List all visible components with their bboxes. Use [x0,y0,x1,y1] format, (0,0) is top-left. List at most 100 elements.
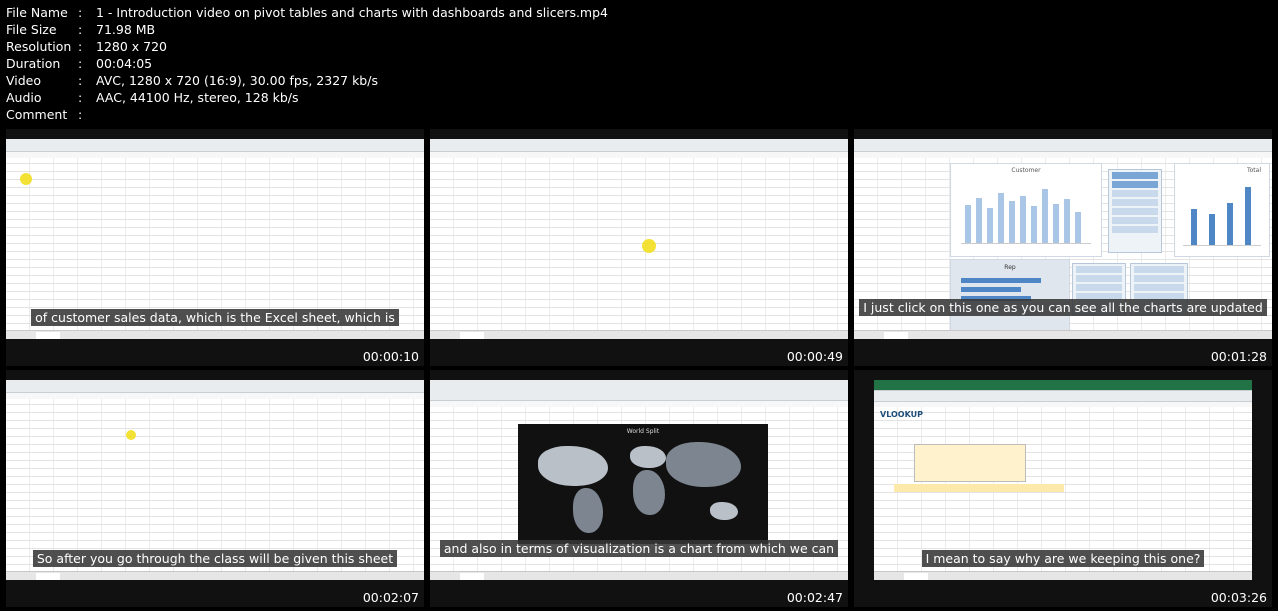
plot-area [961,180,1091,244]
slicer-item[interactable] [1076,266,1122,273]
thumbnail-2[interactable]: 00:00:49 [430,129,848,366]
bar [965,205,971,243]
subtitle-caption: I mean to say why are we keeping this on… [854,550,1272,568]
sheet-tab [460,332,484,339]
sheet-tab [36,332,60,339]
slicer-item[interactable] [1076,275,1122,282]
thumbnail-grid: of customer sales data, which is the Exc… [0,129,1278,609]
timestamp: 00:00:49 [786,349,843,364]
customer-slicer[interactable] [1108,169,1162,253]
bar [1227,202,1233,245]
sheet-tab [36,573,60,580]
resolution-row: Resolution : 1280 x 720 [6,38,608,55]
rep-chart: Rep [950,259,1070,331]
excel-title-bar [874,380,1252,391]
bar [1064,198,1070,243]
cursor-highlight [126,430,136,440]
sheet-tab-bar [6,571,424,580]
bar [1075,211,1081,243]
slicer-item[interactable] [1112,226,1158,233]
bar [1191,209,1197,245]
sheet-tab-bar [874,571,1252,580]
subtitle-text: of customer sales data, which is the Exc… [31,309,399,326]
bar [1020,196,1026,243]
slicer-item[interactable] [1134,275,1184,282]
sheet-tab [460,573,484,580]
bar [1031,206,1037,243]
excel-ribbon [430,380,848,401]
file-info-block: File Name : 1 - Introduction video on pi… [6,4,608,123]
lookup-table [914,444,1026,482]
video-key: Video [6,73,42,88]
sheet-tab-bar [430,330,848,339]
slicer-item[interactable] [1134,266,1184,273]
excel-ribbon [854,139,1272,152]
sheet-tab-bar [854,330,1272,339]
thumbnail-5[interactable]: World Split and also in terms of visuali… [430,370,848,607]
subtitle-text: So after you go through the class will b… [32,550,398,567]
file-size-row: File Size : 71.98 MB [6,21,608,38]
bar [1053,203,1059,243]
slicer-item[interactable] [1112,172,1158,179]
land-mass [710,502,738,520]
sheet-tab [884,332,908,339]
thumbnail-1[interactable]: of customer sales data, which is the Exc… [6,129,424,366]
slicer-item[interactable] [1134,284,1184,291]
bar [976,197,982,243]
subtitle-text: I just click on this one as you can see … [859,299,1267,316]
excel-ribbon [874,391,1252,402]
subtitle-text: I mean to say why are we keeping this on… [921,550,1205,567]
world-map-chart: World Split [518,424,768,544]
file-name-row: File Name : 1 - Introduction video on pi… [6,4,608,21]
file-size-key: File Size [6,22,57,37]
subtitle-caption: of customer sales data, which is the Exc… [6,309,424,327]
thumbnail-4[interactable]: So after you go through the class will b… [6,370,424,607]
land-mass [630,446,666,468]
separator: : [78,73,83,88]
excel-sheet-frame [430,139,848,339]
chart-title: Customer [1011,167,1041,174]
resolution-value: 1280 x 720 [96,39,168,54]
slicer-item[interactable] [1112,190,1158,197]
slicer-item[interactable] [1112,217,1158,224]
land-mass [666,442,741,487]
file-name-value: 1 - Introduction video on pivot tables a… [96,5,608,20]
slicer-item[interactable] [1112,199,1158,206]
plot-area [1183,180,1261,246]
separator: : [78,56,83,71]
separator: : [78,90,83,105]
timestamp: 00:02:47 [786,590,843,605]
video-value: AVC, 1280 x 720 (16:9), 30.00 fps, 2327 … [96,73,378,88]
bar [1042,189,1048,243]
timestamp: 00:01:28 [1210,349,1267,364]
bar [961,278,1041,283]
resolution-key: Resolution [6,39,72,54]
timestamp: 00:02:07 [362,590,419,605]
bar [998,192,1004,243]
bar [961,287,1021,292]
bar [1009,201,1015,243]
timestamp: 00:03:26 [1210,590,1267,605]
chart-title: Rep [1004,264,1016,271]
separator: : [78,22,83,37]
audio-row: Audio : AAC, 44100 Hz, stereo, 128 kb/s [6,89,608,106]
cursor-highlight [642,239,656,253]
customer-chart: Customer [950,163,1102,257]
slicer-item[interactable] [1112,181,1158,188]
slicer-item[interactable] [1076,284,1122,291]
thumbnail-3[interactable]: Customer Total Rep I just click on this … [854,129,1272,366]
spreadsheet-cells [430,158,848,339]
duration-value: 00:04:05 [96,56,153,71]
highlight-row [894,484,1064,492]
slicer-item[interactable] [1112,208,1158,215]
land-mass [538,446,608,486]
file-size-value: 71.98 MB [96,22,156,37]
subtitle-caption: and also in terms of visualization is a … [430,540,848,558]
thumbnail-6[interactable]: VLOOKUP I mean to say why are we keeping… [854,370,1272,607]
cursor-highlight [20,173,32,185]
audio-value: AAC, 44100 Hz, stereo, 128 kb/s [96,90,299,105]
sheet-tab [904,573,928,580]
bar [1245,186,1251,245]
duration-key: Duration [6,56,61,71]
sheet-tab-bar [430,571,848,580]
